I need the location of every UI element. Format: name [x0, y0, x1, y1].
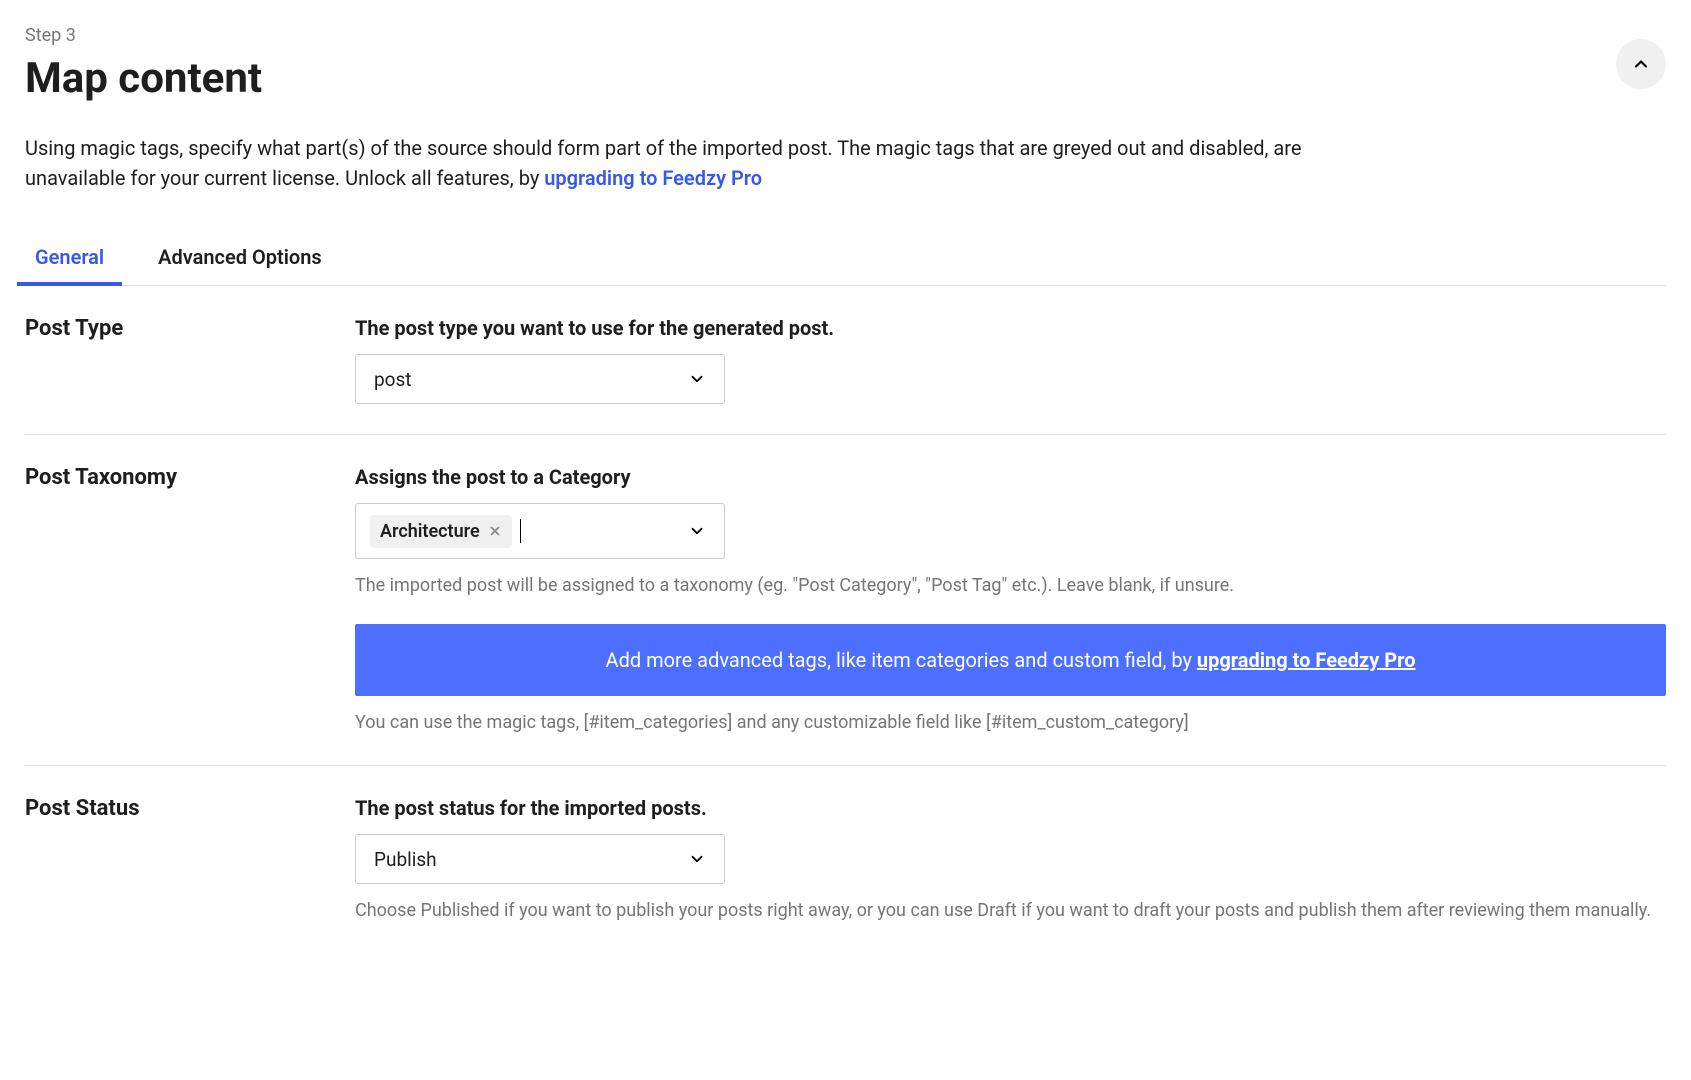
- chevron-down-icon: [688, 370, 706, 388]
- chevron-down-icon[interactable]: [688, 522, 706, 540]
- section-post-type: Post Type The post type you want to use …: [25, 286, 1666, 435]
- tab-general[interactable]: General: [25, 233, 114, 285]
- banner-upgrade-link[interactable]: upgrading to Feedzy Pro: [1197, 648, 1416, 672]
- banner-text: Add more advanced tags, like item catego…: [606, 648, 1197, 672]
- tabs: General Advanced Options: [25, 233, 1666, 286]
- close-icon[interactable]: [488, 524, 502, 538]
- post-status-label: Post Status: [25, 796, 355, 923]
- post-type-value: post: [374, 368, 412, 391]
- description-text: Using magic tags, specify what part(s) o…: [25, 133, 1335, 193]
- upgrade-link[interactable]: upgrading to Feedzy Pro: [544, 166, 762, 190]
- post-type-label: Post Type: [25, 316, 355, 404]
- post-status-hint: Choose Published if you want to publish …: [355, 898, 1666, 923]
- tab-advanced-options[interactable]: Advanced Options: [148, 233, 332, 285]
- post-taxonomy-title: Assigns the post to a Category: [355, 465, 1666, 489]
- text-cursor: [520, 519, 521, 543]
- post-status-title: The post status for the imported posts.: [355, 796, 1666, 820]
- taxonomy-hint: The imported post will be assigned to a …: [355, 573, 1666, 598]
- upgrade-banner: Add more advanced tags, like item catego…: [355, 624, 1666, 696]
- section-post-taxonomy: Post Taxonomy Assigns the post to a Cate…: [25, 435, 1666, 766]
- post-type-select[interactable]: post: [355, 354, 725, 404]
- post-type-title: The post type you want to use for the ge…: [355, 316, 1666, 340]
- post-status-value: Publish: [374, 848, 437, 871]
- section-post-status: Post Status The post status for the impo…: [25, 766, 1666, 953]
- taxonomy-tag-input[interactable]: Architecture: [355, 503, 725, 559]
- chevron-down-icon: [688, 850, 706, 868]
- chevron-up-icon: [1631, 54, 1651, 74]
- page-title: Map content: [25, 54, 262, 103]
- magic-tags-hint: You can use the magic tags, [#item_categ…: [355, 710, 1666, 735]
- step-label: Step 3: [25, 25, 262, 46]
- post-status-select[interactable]: Publish: [355, 834, 725, 884]
- taxonomy-tag-chip: Architecture: [370, 515, 512, 548]
- post-taxonomy-label: Post Taxonomy: [25, 465, 355, 735]
- collapse-button[interactable]: [1616, 39, 1666, 89]
- taxonomy-tag-text: Architecture: [380, 521, 480, 542]
